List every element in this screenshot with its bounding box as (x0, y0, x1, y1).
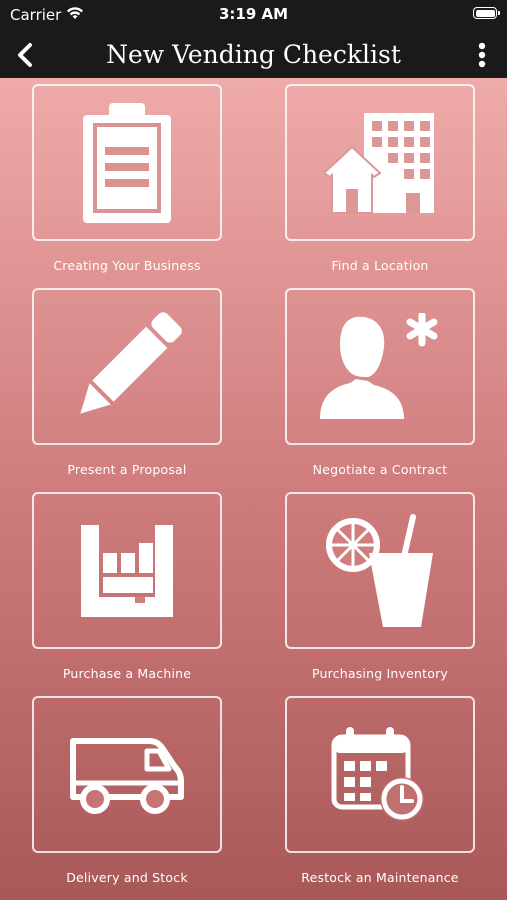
page-title: New Vending Checklist (106, 40, 401, 69)
tile-restock-an-maintenance[interactable]: Restock an Maintenance (285, 696, 475, 885)
tile-delivery-and-stock[interactable]: Delivery and Stock (32, 696, 222, 885)
tile-frame (285, 84, 475, 241)
tile-label: Purchasing Inventory (311, 666, 449, 681)
checklist-grid: Creating Your Business Find a Location P… (0, 78, 507, 900)
buildings-icon (324, 112, 434, 214)
clipboard-icon (83, 102, 171, 223)
tile-present-a-proposal[interactable]: Present a Proposal (32, 288, 222, 477)
tile-label: Present a Proposal (67, 462, 187, 477)
tile-label: Creating Your Business (53, 258, 201, 273)
tile-creating-your-business[interactable]: Creating Your Business (32, 84, 222, 273)
pencil-icon (80, 311, 182, 414)
vending-machine-icon (81, 524, 173, 617)
tile-frame (32, 84, 222, 241)
calendar-clock-icon (331, 726, 424, 821)
tile-frame (32, 288, 222, 445)
tile-negotiate-a-contract[interactable]: Negotiate a Contract (285, 288, 475, 477)
tile-frame (285, 696, 475, 853)
tile-label: Restock an Maintenance (301, 870, 459, 885)
drink-icon (326, 513, 433, 627)
tile-find-a-location[interactable]: Find a Location (285, 84, 475, 273)
tile-frame (32, 696, 222, 853)
battery-icon (473, 7, 500, 19)
navigation-bar: New Vending Checklist (0, 32, 507, 78)
tile-purchasing-inventory[interactable]: Purchasing Inventory (285, 492, 475, 681)
tile-label: Purchase a Machine (62, 666, 192, 681)
tile-label: Negotiate a Contract (312, 462, 448, 477)
back-button[interactable] (10, 40, 40, 70)
tile-label: Delivery and Stock (66, 870, 188, 885)
status-bar: Carrier 3:19 AM (0, 0, 507, 32)
tile-frame (285, 288, 475, 445)
tile-label: Find a Location (331, 258, 429, 273)
status-time: 3:19 AM (218, 5, 289, 23)
tile-purchase-a-machine[interactable]: Purchase a Machine (32, 492, 222, 681)
tile-frame (285, 492, 475, 649)
tile-frame (32, 492, 222, 649)
person-icon (320, 312, 438, 419)
chevron-left-icon (18, 43, 32, 67)
more-options-button[interactable] (467, 40, 497, 70)
more-vertical-icon (478, 42, 486, 68)
delivery-van-icon (70, 737, 184, 814)
